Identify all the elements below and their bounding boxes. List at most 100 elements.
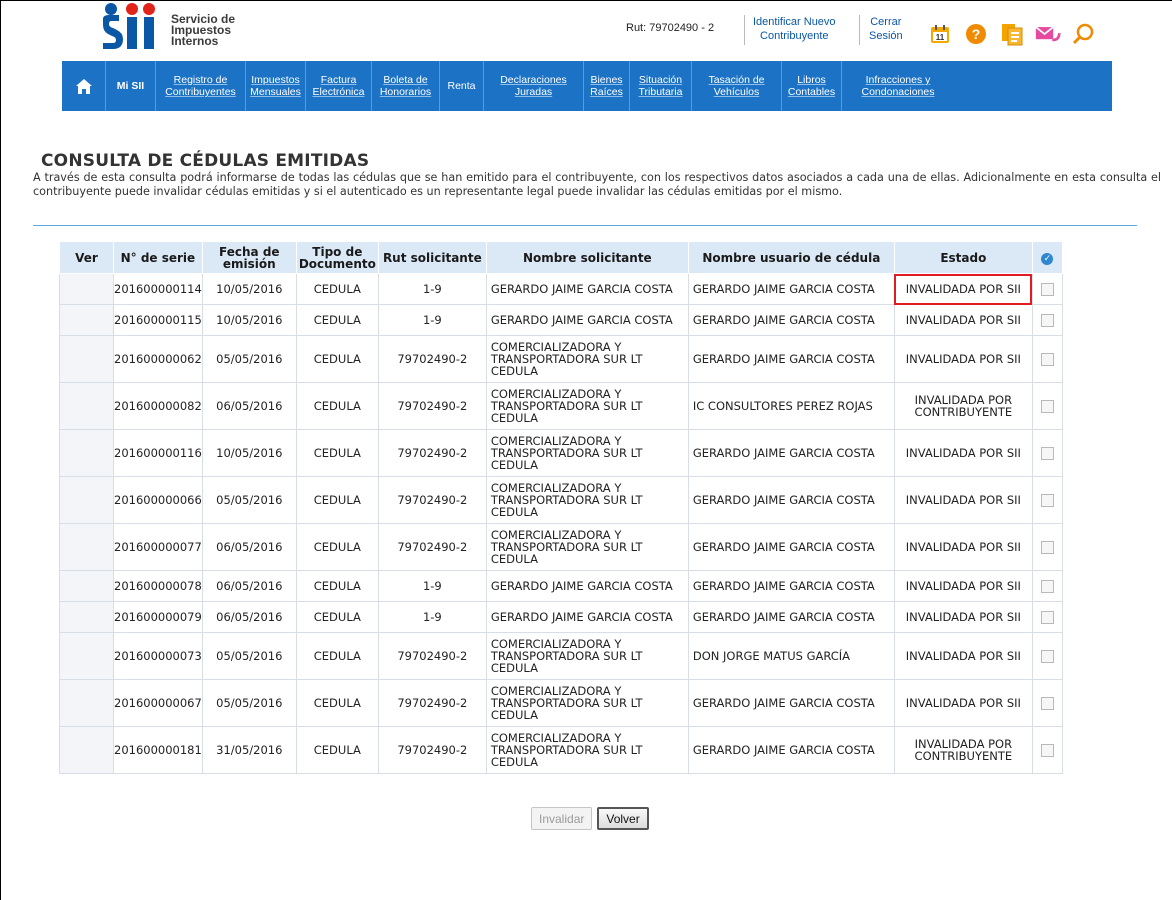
- fecha-cell: 06/05/2016: [201, 382, 297, 430]
- usuario-cell: GERARDO JAIME GARCIA COSTA: [687, 726, 895, 774]
- row-select-cell: [1031, 304, 1063, 336]
- header-separator: [859, 15, 860, 45]
- row-checkbox[interactable]: [1040, 579, 1054, 593]
- row-checkbox[interactable]: [1040, 610, 1054, 624]
- serie-cell: 201600000073: [113, 632, 203, 680]
- row-checkbox[interactable]: [1040, 649, 1054, 663]
- ver-cell[interactable]: [59, 679, 114, 727]
- rut-cell: 1-9: [377, 601, 487, 633]
- nav-situacion[interactable]: Situación Tributaria: [630, 61, 692, 111]
- table-row: 201600000115 10/05/2016 CEDULA 1-9 GERARDO J…: [59, 304, 1063, 336]
- sii-logo[interactable]: Servicio de Impuestos Internos: [101, 3, 235, 49]
- solicitante-cell: GERARDO JAIME GARCIA COSTA: [485, 273, 689, 305]
- user-rut: Rut: 79702490 - 2: [626, 22, 715, 34]
- header-separator: [744, 15, 745, 45]
- solicitante-cell: COMERCIALIZADORA Y TRANSPORTADORA SUR LT…: [485, 523, 689, 571]
- row-checkbox[interactable]: [1040, 446, 1054, 460]
- sii-logo-text: Servicio de Impuestos Internos: [171, 12, 236, 48]
- estado-cell: INVALIDADA POR SII: [893, 304, 1033, 336]
- identify-contributor-link[interactable]: Identificar Nuevo Contribuyente: [753, 15, 836, 43]
- check-circle-icon: ✓: [1041, 252, 1054, 265]
- select-all-checkbox[interactable]: ✓: [1031, 241, 1063, 274]
- row-select-cell: [1031, 570, 1063, 602]
- nav-renta[interactable]: Renta: [440, 61, 484, 111]
- usuario-cell: GERARDO JAIME GARCIA COSTA: [687, 679, 895, 727]
- help-icon[interactable]: ?: [963, 21, 989, 47]
- volver-button[interactable]: Volver: [597, 807, 649, 830]
- ver-cell[interactable]: [59, 273, 114, 305]
- ver-cell[interactable]: [59, 632, 114, 680]
- solicitante-cell: COMERCIALIZADORA Y TRANSPORTADORA SUR LT…: [485, 382, 689, 430]
- logout-link[interactable]: Cerrar Sesión: [869, 15, 903, 43]
- serie-cell: 201600000116: [113, 429, 203, 477]
- estado-cell: INVALIDADA POR SII: [893, 679, 1033, 727]
- nav-mi-sii[interactable]: Mi SII: [106, 61, 156, 111]
- estado-cell: INVALIDADA POR CONTRIBUYENTE: [893, 726, 1033, 774]
- rut-cell: 79702490-2: [377, 429, 487, 477]
- ver-cell[interactable]: [59, 382, 114, 430]
- serie-cell: 201600000079: [113, 601, 203, 633]
- nav-boleta[interactable]: Boleta de Honorarios: [372, 61, 440, 111]
- table-header-row: Ver N° de serie Fecha de emisión Tipo de…: [59, 241, 1063, 274]
- nav-registro[interactable]: Registro de Contribuyentes: [156, 61, 246, 111]
- usuario-cell: GERARDO JAIME GARCIA COSTA: [687, 429, 895, 477]
- nav-libros[interactable]: Libros Contables: [782, 61, 842, 111]
- row-checkbox[interactable]: [1040, 696, 1054, 710]
- nav-infracciones[interactable]: Infracciones y Condonaciones: [842, 61, 954, 111]
- nav-home[interactable]: [62, 61, 106, 111]
- ver-cell[interactable]: [59, 429, 114, 477]
- ver-cell[interactable]: [59, 476, 114, 524]
- tipo-cell: CEDULA: [295, 523, 379, 571]
- nav-impuestos[interactable]: Impuestos Mensuales: [246, 61, 306, 111]
- estado-cell: INVALIDADA POR SII: [893, 601, 1033, 633]
- rut-cell: 1-9: [377, 304, 487, 336]
- fecha-cell: 10/05/2016: [201, 304, 297, 336]
- tipo-cell: CEDULA: [295, 273, 379, 305]
- nav-declaraciones[interactable]: Declaraciones Juradas: [484, 61, 584, 111]
- rut-cell: 79702490-2: [377, 726, 487, 774]
- row-checkbox[interactable]: [1040, 743, 1054, 757]
- solicitante-cell: GERARDO JAIME GARCIA COSTA: [485, 570, 689, 602]
- mail-icon[interactable]: [1035, 21, 1061, 47]
- table-row: 201600000114 10/05/2016 CEDULA 1-9 GERARDO J…: [59, 273, 1063, 305]
- rut-cell: 79702490-2: [377, 679, 487, 727]
- header-icons: 11 ?: [927, 21, 1097, 47]
- row-checkbox[interactable]: [1040, 313, 1054, 327]
- ver-cell[interactable]: [59, 726, 114, 774]
- solicitante-cell: COMERCIALIZADORA Y TRANSPORTADORA SUR LT…: [485, 726, 689, 774]
- ver-cell[interactable]: [59, 335, 114, 383]
- tipo-cell: CEDULA: [295, 476, 379, 524]
- invalidar-button[interactable]: Invalidar: [531, 807, 593, 830]
- row-select-cell: [1031, 523, 1063, 571]
- usuario-cell: GERARDO JAIME GARCIA COSTA: [687, 601, 895, 633]
- estado-cell: INVALIDADA POR SII: [893, 632, 1033, 680]
- fecha-cell: 05/05/2016: [201, 632, 297, 680]
- nav-factura[interactable]: Factura Electrónica: [306, 61, 372, 111]
- usuario-cell: GERARDO JAIME GARCIA COSTA: [687, 476, 895, 524]
- row-checkbox[interactable]: [1040, 493, 1054, 507]
- row-checkbox[interactable]: [1040, 352, 1054, 366]
- row-checkbox[interactable]: [1040, 540, 1054, 554]
- nav-tasacion[interactable]: Tasación de Vehículos: [692, 61, 782, 111]
- row-checkbox[interactable]: [1040, 282, 1054, 296]
- col-nombre-solicitante: Nombre solicitante: [485, 241, 689, 274]
- nav-bienes-raices[interactable]: Bienes Raíces: [584, 61, 630, 111]
- ver-cell[interactable]: [59, 570, 114, 602]
- documents-icon[interactable]: [999, 21, 1025, 47]
- ver-cell[interactable]: [59, 304, 114, 336]
- col-estado: Estado: [893, 241, 1033, 274]
- fecha-cell: 05/05/2016: [201, 476, 297, 524]
- search-icon[interactable]: [1071, 21, 1097, 47]
- solicitante-cell: COMERCIALIZADORA Y TRANSPORTADORA SUR LT…: [485, 335, 689, 383]
- ver-cell[interactable]: [59, 601, 114, 633]
- solicitante-cell: COMERCIALIZADORA Y TRANSPORTADORA SUR LT…: [485, 679, 689, 727]
- row-checkbox[interactable]: [1040, 399, 1054, 413]
- calendar-day: 11: [936, 33, 945, 42]
- calendar-icon[interactable]: 11: [927, 21, 953, 47]
- rut-cell: 79702490-2: [377, 523, 487, 571]
- home-icon: [75, 78, 92, 94]
- row-select-cell: [1031, 726, 1063, 774]
- ver-cell[interactable]: [59, 523, 114, 571]
- serie-cell: 201600000078: [113, 570, 203, 602]
- serie-cell: 201600000067: [113, 679, 203, 727]
